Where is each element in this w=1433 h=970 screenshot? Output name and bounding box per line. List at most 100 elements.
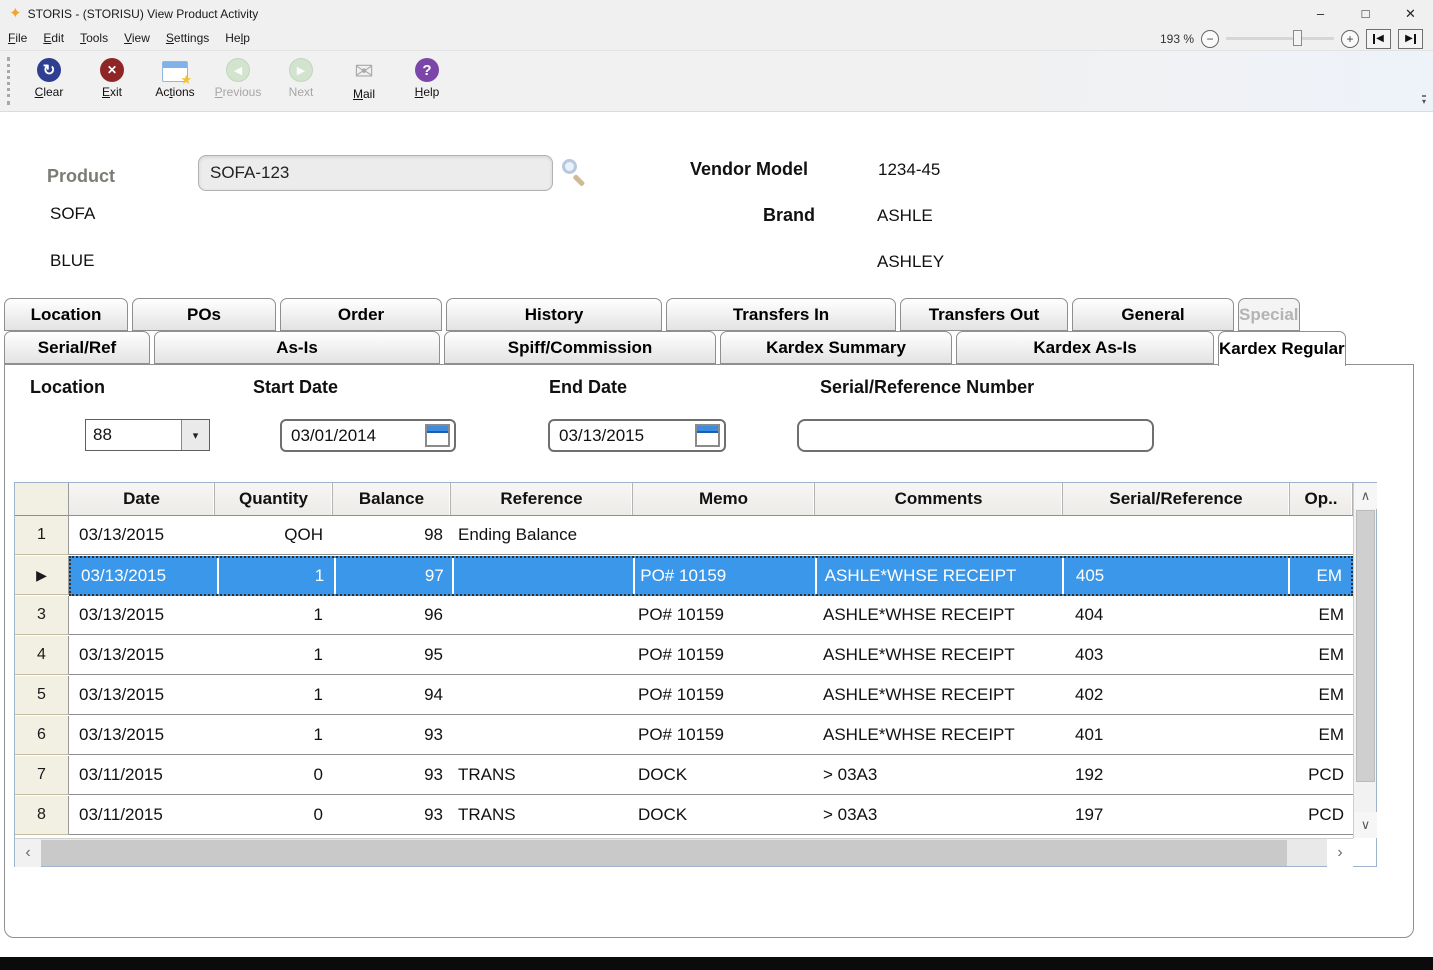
serial-reference-input[interactable] — [797, 419, 1154, 452]
clear-button[interactable]: ↻ Clear — [20, 58, 78, 101]
chevron-down-icon[interactable]: ▾ — [181, 420, 209, 450]
brand-label: Brand — [650, 205, 815, 226]
grid-rows: 03/13/2015 QOH 98 Ending Balance 03/13/2… — [69, 516, 1353, 836]
magnifier-glass — [562, 159, 577, 174]
location-dropdown[interactable]: 88 ▾ — [85, 419, 210, 451]
menu-view[interactable]: View — [116, 27, 158, 50]
zoom-out-icon[interactable]: − — [1201, 30, 1219, 48]
start-date-field[interactable]: 03/01/2014 — [280, 419, 456, 452]
zoom-in-icon[interactable]: + — [1341, 30, 1359, 48]
menu-edit[interactable]: Edit — [35, 27, 72, 50]
table-row[interactable]: 03/11/2015 0 93 TRANS DOCK > 03A3 197 PC… — [69, 796, 1353, 835]
tab-order[interactable]: Order — [280, 298, 442, 331]
table-row[interactable]: 03/13/2015 1 97 PO# 10159 ASHLE*WHSE REC… — [69, 556, 1353, 596]
cell-op: EM — [1290, 596, 1353, 634]
cell-date: 03/13/2015 — [71, 558, 217, 594]
tab-kardex-as-is[interactable]: Kardex As-Is — [956, 331, 1214, 364]
tab-history[interactable]: History — [446, 298, 662, 331]
maximize-icon[interactable]: □ — [1343, 0, 1388, 27]
row-header-cell[interactable]: 5 — [15, 676, 69, 715]
tab-label: Transfers Out — [929, 305, 1040, 325]
help-button[interactable]: ? Help — [398, 58, 456, 101]
vertical-scroll-thumb[interactable] — [1356, 510, 1375, 782]
app-icon: ✦ — [9, 6, 22, 21]
tab-general[interactable]: General — [1072, 298, 1234, 331]
calendar-icon[interactable] — [695, 424, 720, 447]
cell-date: 03/13/2015 — [69, 716, 215, 754]
previous-button[interactable]: ◀ Previous — [209, 58, 267, 101]
table-row[interactable]: 03/13/2015 1 94 PO# 10159 ASHLE*WHSE REC… — [69, 676, 1353, 715]
actions-button[interactable]: Actions — [146, 58, 204, 101]
scroll-right-icon[interactable]: › — [1327, 839, 1353, 867]
close-icon[interactable]: ✕ — [1388, 0, 1433, 27]
row-header-cell[interactable]: 3 — [15, 596, 69, 635]
left-triangle-icon: ◀ — [1376, 33, 1384, 44]
cell-quantity: 1 — [215, 636, 333, 674]
tab-kardex-summary[interactable]: Kardex Summary — [720, 331, 952, 364]
table-row[interactable]: 03/13/2015 1 93 PO# 10159 ASHLE*WHSE REC… — [69, 716, 1353, 755]
row-header-cell[interactable]: 8 — [15, 796, 69, 835]
table-row[interactable]: 03/11/2015 0 93 TRANS DOCK > 03A3 192 PC… — [69, 756, 1353, 795]
table-row[interactable]: 03/13/2015 QOH 98 Ending Balance — [69, 516, 1353, 555]
horizontal-scrollbar[interactable]: ‹ › — [15, 838, 1353, 866]
toolbar-overflow-icon[interactable]: ▾ — [1422, 95, 1426, 106]
cell-memo: DOCK — [633, 796, 815, 834]
menu-file[interactable]: File — [0, 27, 35, 50]
zoom-slider-handle[interactable] — [1293, 30, 1302, 46]
tab-kardex-regular[interactable]: Kardex Regular — [1218, 331, 1346, 366]
row-header-cell[interactable]: 7 — [15, 756, 69, 795]
minimize-icon[interactable]: – — [1298, 0, 1343, 27]
end-date-field[interactable]: 03/13/2015 — [548, 419, 726, 452]
next-button[interactable]: ▶ Next — [272, 58, 330, 101]
tab-label: Serial/Ref — [38, 338, 116, 358]
tab-spiff-commission[interactable]: Spiff/Commission — [444, 331, 716, 364]
menu-tools[interactable]: Tools — [72, 27, 116, 50]
toolbar-button-label: Help — [415, 85, 440, 99]
kardex-grid: 1 ▶ 3 4 5 6 7 8 Date Quantity Balance Re… — [14, 482, 1377, 867]
first-record-button[interactable]: ◀ — [1366, 29, 1391, 49]
tab-label: POs — [187, 305, 221, 325]
cell-reference — [451, 636, 633, 674]
toolbar-grip[interactable] — [7, 57, 10, 105]
table-row[interactable]: 03/13/2015 1 96 PO# 10159 ASHLE*WHSE REC… — [69, 596, 1353, 635]
product-description-2: BLUE — [50, 251, 94, 271]
zoom-slider[interactable] — [1226, 37, 1334, 40]
cell-reference — [451, 716, 633, 754]
last-record-button[interactable]: ▶ — [1398, 29, 1423, 49]
tab-location[interactable]: Location — [4, 298, 128, 331]
tab-serial-ref[interactable]: Serial/Ref — [4, 331, 150, 364]
row-header-cell[interactable]: 6 — [15, 716, 69, 755]
exit-icon: ✕ — [100, 58, 124, 82]
cell-serial-reference: 197 — [1063, 796, 1290, 834]
row-header-cell[interactable]: 4 — [15, 636, 69, 675]
scroll-up-icon[interactable]: ∧ — [1354, 483, 1377, 509]
table-row[interactable]: 03/13/2015 1 95 PO# 10159 ASHLE*WHSE REC… — [69, 636, 1353, 675]
tab-transfers-in[interactable]: Transfers In — [666, 298, 896, 331]
tab-as-is[interactable]: As-Is — [154, 331, 440, 364]
tab-special[interactable]: Special — [1238, 298, 1300, 331]
cell-reference — [452, 558, 633, 594]
cell-memo — [633, 516, 815, 554]
horizontal-scroll-thumb[interactable] — [41, 840, 1287, 866]
cell-quantity: 1 — [217, 558, 335, 594]
menu-help[interactable]: Help — [217, 27, 258, 50]
row-header-cell[interactable]: 1 — [15, 516, 69, 555]
search-icon[interactable] — [560, 159, 592, 189]
exit-button[interactable]: ✕ Exit — [83, 58, 141, 101]
row-header-column: 1 ▶ 3 4 5 6 7 8 — [15, 516, 69, 836]
column-header-op: Op.. — [1290, 483, 1353, 515]
bottom-bar — [0, 957, 1433, 970]
product-input[interactable]: SOFA-123 — [198, 155, 553, 191]
cell-quantity: 0 — [215, 796, 333, 834]
scroll-left-icon[interactable]: ‹ — [15, 839, 41, 867]
vertical-scrollbar[interactable]: ∧ ∨ — [1353, 483, 1376, 838]
column-header-reference: Reference — [451, 483, 633, 515]
tab-transfers-out[interactable]: Transfers Out — [900, 298, 1068, 331]
scroll-down-icon[interactable]: ∨ — [1354, 812, 1377, 838]
row-header-cell[interactable]: ▶ — [15, 556, 69, 595]
calendar-icon[interactable] — [425, 424, 450, 447]
tab-pos[interactable]: POs — [132, 298, 276, 331]
mail-button[interactable]: ✉ Mail — [335, 58, 393, 101]
menu-settings[interactable]: Settings — [158, 27, 217, 50]
cell-memo: PO# 10159 — [633, 716, 815, 754]
